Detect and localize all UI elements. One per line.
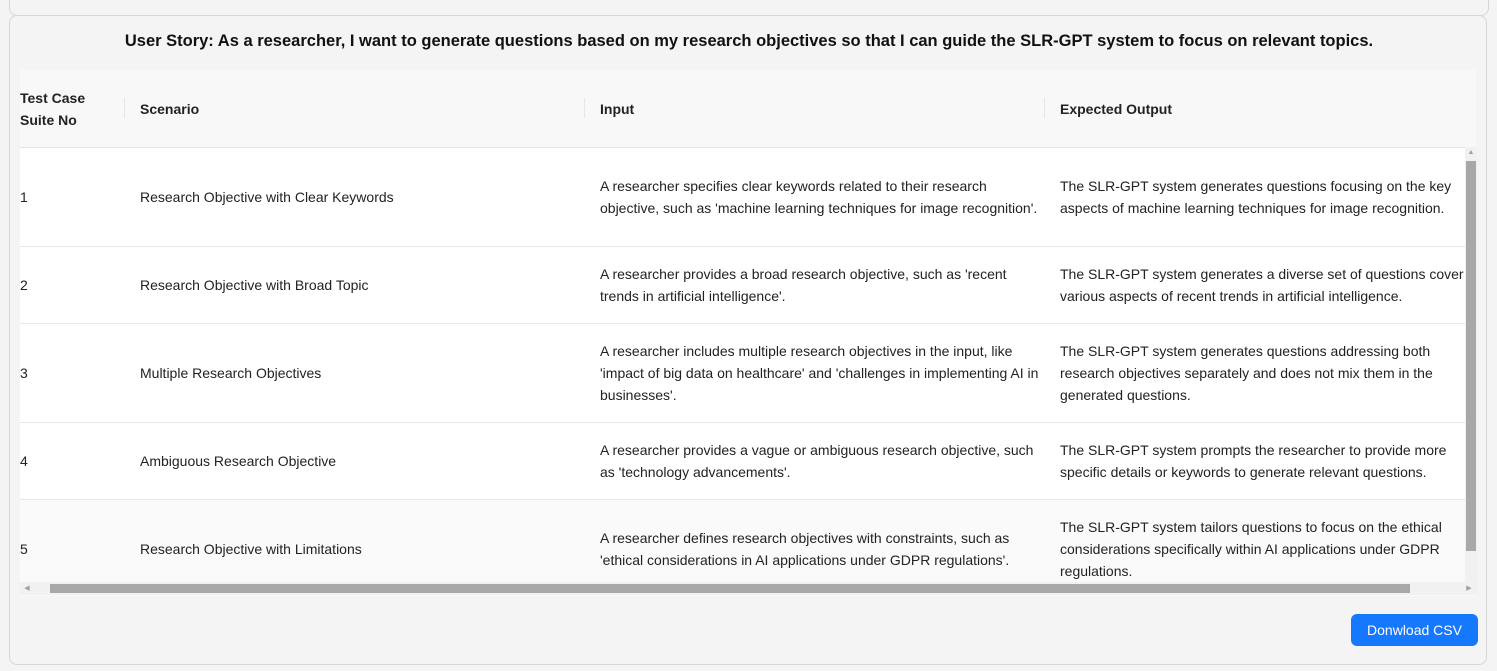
column-header-input: Input (584, 70, 1040, 147)
horizontal-scrollbar[interactable]: ◀ ▶ (20, 582, 1476, 595)
cell-scenario: Research Objective with Clear Keywords (140, 189, 394, 205)
cell-expected-output: The SLR-GPT system generates a diverse s… (1060, 266, 1464, 304)
column-header-suite-no: Test Case Suite No (20, 89, 86, 128)
cell-expected-output: The SLR-GPT system generates questions f… (1060, 178, 1452, 216)
triangle-left-icon[interactable]: ◀ (20, 582, 34, 595)
cell-input: A researcher provides a broad research o… (600, 266, 1007, 304)
table-row: 3 Multiple Research Objectives A researc… (20, 324, 1476, 423)
vertical-scrollbar[interactable]: ▲ ▼ (1465, 147, 1477, 595)
test-case-table: Test Case Suite No Scenario Input Expect… (20, 70, 1476, 596)
cell-expected-output: The SLR-GPT system prompts the researche… (1060, 442, 1447, 480)
cell-input: A researcher provides a vague or ambiguo… (600, 442, 1034, 480)
column-header-input-label: Input (600, 100, 635, 117)
cell-scenario: Research Objective with Broad Topic (140, 277, 369, 293)
cell-suite-no: 2 (20, 277, 28, 293)
vertical-scroll-thumb[interactable] (1466, 161, 1476, 551)
cell-suite-no: 4 (20, 453, 28, 469)
table-row: 4 Ambiguous Research Objective A researc… (20, 423, 1476, 500)
column-separator (584, 98, 585, 118)
column-header-expected-output: Expected Output (1044, 70, 1460, 147)
download-csv-button[interactable]: Donwload CSV (1351, 614, 1478, 646)
triangle-right-icon[interactable]: ▶ (1462, 582, 1476, 595)
column-separator (124, 98, 125, 118)
cell-expected-output: The SLR-GPT system generates questions a… (1060, 343, 1433, 403)
cell-input: A researcher specifies clear keywords re… (600, 178, 1038, 216)
table-row: 2 Research Objective with Broad Topic A … (20, 247, 1476, 324)
triangle-up-icon[interactable]: ▲ (1465, 147, 1477, 159)
user-story-title: User Story: As a researcher, I want to g… (124, 32, 1374, 50)
horizontal-scroll-thumb[interactable] (50, 584, 1410, 593)
column-header-scenario-label: Scenario (140, 100, 200, 117)
column-header-scenario: Scenario (124, 70, 580, 147)
cell-scenario: Multiple Research Objectives (140, 365, 322, 381)
table-body: 1 Research Objective with Clear Keywords… (20, 148, 1476, 596)
column-header-expected-output-label: Expected Output (1060, 100, 1173, 117)
cell-suite-no: 3 (20, 365, 28, 381)
user-story-card: User Story: As a researcher, I want to g… (9, 15, 1487, 665)
column-separator (1044, 98, 1045, 118)
table-row: 1 Research Objective with Clear Keywords… (20, 148, 1476, 247)
cell-input: A researcher includes multiple research … (600, 343, 1039, 403)
previous-card (9, 0, 1489, 16)
cell-suite-no: 1 (20, 189, 28, 205)
cell-scenario: Ambiguous Research Objective (140, 453, 337, 469)
table-header: Test Case Suite No Scenario Input Expect… (20, 70, 1476, 148)
